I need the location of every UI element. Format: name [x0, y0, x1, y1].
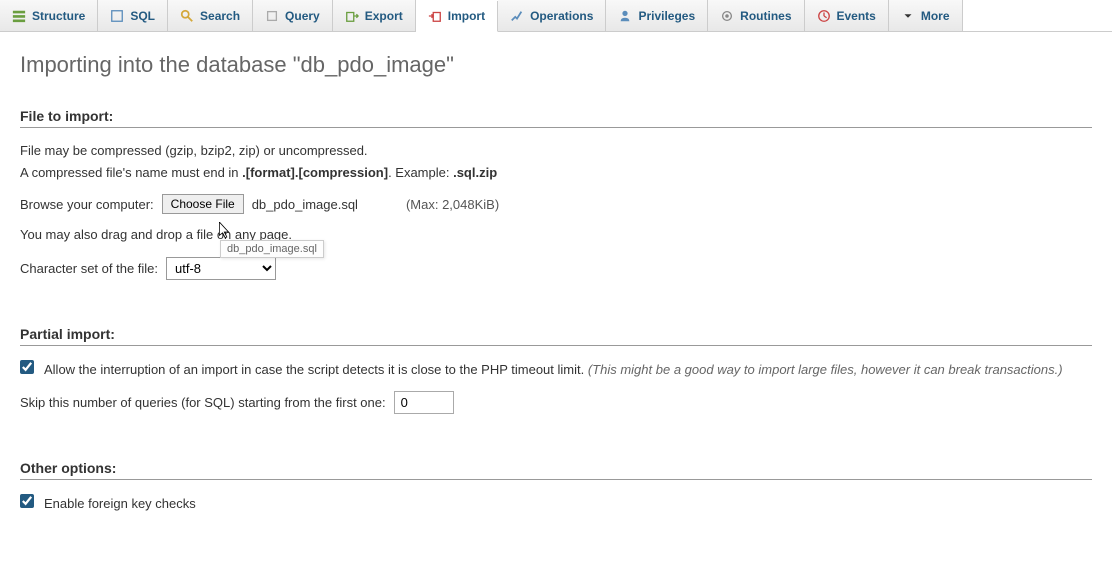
tab-privileges[interactable]: Privileges	[606, 0, 708, 31]
export-icon	[345, 9, 359, 23]
tab-label: Operations	[530, 9, 593, 23]
tab-events[interactable]: Events	[805, 0, 889, 31]
fk-row: Enable foreign key checks	[20, 494, 1092, 514]
tab-query[interactable]: Query	[253, 0, 333, 31]
tab-export[interactable]: Export	[333, 0, 416, 31]
import-icon	[428, 9, 442, 23]
fk-checkbox[interactable]	[20, 494, 34, 508]
tab-routines[interactable]: Routines	[708, 0, 804, 31]
charset-select[interactable]: utf-8	[166, 257, 276, 280]
fk-label: Enable foreign key checks	[44, 494, 196, 514]
tab-label: Import	[448, 9, 485, 23]
routines-icon	[720, 9, 734, 23]
skip-row: Skip this number of queries (for SQL) st…	[20, 391, 1092, 414]
charset-label: Character set of the file:	[20, 261, 158, 276]
charset-row: Character set of the file: utf-8	[20, 257, 1092, 280]
allow-interrupt-label: Allow the interruption of an import in c…	[44, 360, 1063, 380]
tab-structure[interactable]: Structure	[0, 0, 98, 31]
page-title: Importing into the database "db_pdo_imag…	[20, 52, 1092, 78]
tab-label: Structure	[32, 9, 85, 23]
tab-label: Events	[837, 9, 876, 23]
content-area: Importing into the database "db_pdo_imag…	[0, 32, 1112, 576]
file-tooltip: db_pdo_image.sql	[220, 240, 324, 258]
partial-import-section: Partial import: Allow the interruption o…	[20, 326, 1092, 433]
query-icon	[265, 9, 279, 23]
search-icon	[180, 9, 194, 23]
skip-input[interactable]	[394, 391, 454, 414]
tab-operations[interactable]: Operations	[498, 0, 606, 31]
selected-filename: db_pdo_image.sql	[252, 197, 358, 212]
tab-import[interactable]: Import	[416, 1, 498, 32]
tab-label: Search	[200, 9, 240, 23]
choose-file-button[interactable]: Choose File	[162, 194, 244, 214]
allow-interrupt-row: Allow the interruption of an import in c…	[20, 360, 1092, 380]
tab-label: Routines	[740, 9, 791, 23]
file-import-section: File to import: File may be compressed (…	[20, 108, 1092, 298]
tab-label: More	[921, 9, 950, 23]
tab-label: Export	[365, 9, 403, 23]
tab-more[interactable]: More	[889, 0, 963, 31]
tab-label: SQL	[130, 9, 155, 23]
tabs-bar: Structure SQL Search Query Export Import…	[0, 0, 1112, 32]
browse-row: Browse your computer: Choose File db_pdo…	[20, 194, 1092, 214]
tab-sql[interactable]: SQL	[98, 0, 168, 31]
skip-label: Skip this number of queries (for SQL) st…	[20, 395, 386, 410]
operations-icon	[510, 9, 524, 23]
drag-info: You may also drag and drop a file on any…	[20, 226, 1092, 244]
browse-label: Browse your computer:	[20, 197, 154, 212]
tab-label: Query	[285, 9, 320, 23]
name-rule: A compressed file's name must end in .[f…	[20, 164, 1092, 182]
structure-icon	[12, 9, 26, 23]
other-section-header: Other options:	[20, 460, 1092, 480]
partial-section-header: Partial import:	[20, 326, 1092, 346]
allow-interrupt-checkbox[interactable]	[20, 360, 34, 374]
file-section-header: File to import:	[20, 108, 1092, 128]
events-icon	[817, 9, 831, 23]
privileges-icon	[618, 9, 632, 23]
other-options-section: Other options: Enable foreign key checks	[20, 460, 1092, 528]
sql-icon	[110, 9, 124, 23]
tab-label: Privileges	[638, 9, 695, 23]
tab-search[interactable]: Search	[168, 0, 253, 31]
compress-info: File may be compressed (gzip, bzip2, zip…	[20, 142, 1092, 160]
max-size-hint: (Max: 2,048KiB)	[406, 197, 499, 212]
more-icon	[901, 9, 915, 23]
